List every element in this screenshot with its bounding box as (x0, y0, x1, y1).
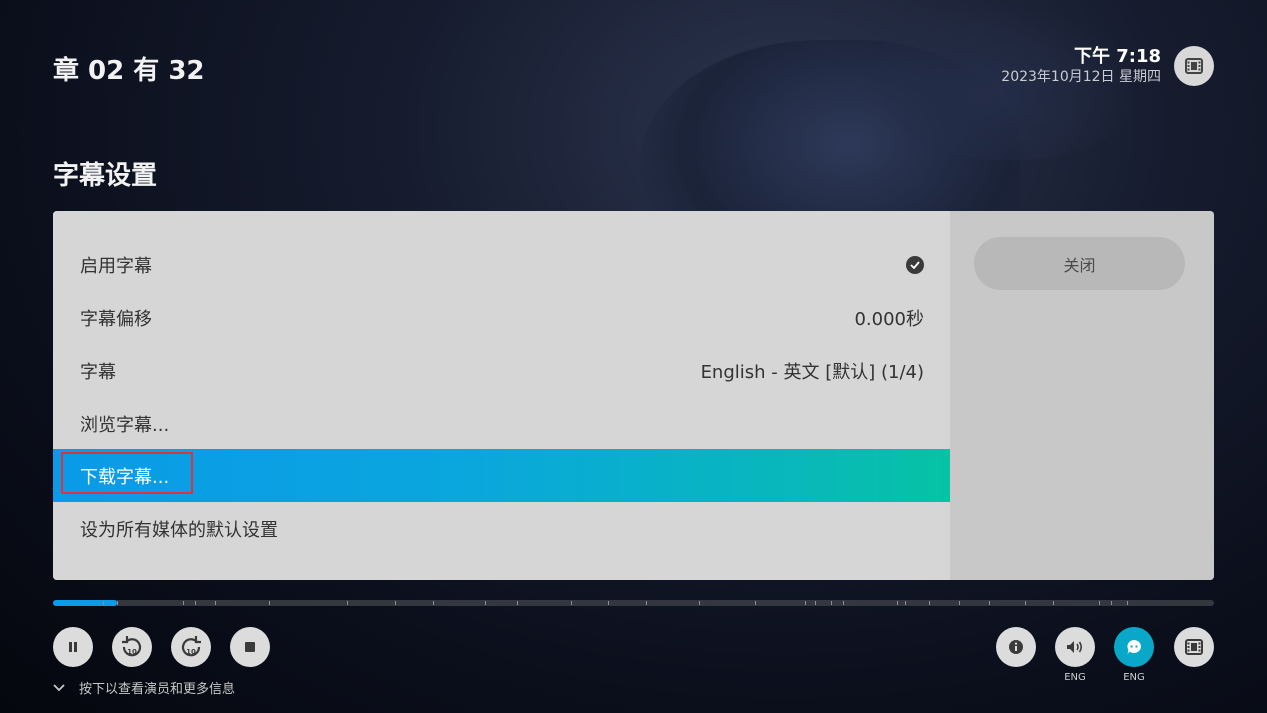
pause-icon (69, 642, 77, 652)
audio-language-label: ENG (1064, 672, 1086, 683)
more-info-hint-text: 按下以查看演员和更多信息 (79, 682, 236, 697)
close-button[interactable]: 关闭 (974, 237, 1185, 290)
stop-button[interactable] (230, 627, 270, 667)
menu-item-label: 字幕偏移 (80, 308, 152, 330)
menu-item-label: 字幕 (80, 361, 116, 383)
pause-button[interactable] (53, 627, 93, 667)
volume-icon (1067, 641, 1083, 653)
clock-time: 下午 7:18 (1073, 46, 1161, 67)
menu-item-enable-subtitles[interactable]: 启用字幕 (53, 238, 950, 291)
menu-item-download-subtitles[interactable]: 下载字幕... (53, 449, 950, 502)
chapter-marker (646, 601, 647, 605)
chapter-marker (195, 601, 196, 605)
chapter-marker (831, 601, 832, 605)
forward-10-icon (181, 636, 201, 657)
chapter-marker (699, 601, 700, 605)
info-button[interactable] (996, 627, 1036, 667)
subtitles-button[interactable] (1114, 627, 1154, 667)
stop-icon (245, 642, 255, 652)
menu-item-label: 设为所有媒体的默认设置 (80, 519, 278, 541)
forward-seconds: 10 (186, 648, 196, 656)
media-menu-button[interactable] (1174, 46, 1214, 86)
section-title: 字幕设置 (53, 161, 158, 191)
chapter-marker (117, 601, 118, 605)
chapter-marker (183, 601, 184, 605)
chapter-marker (1111, 601, 1112, 605)
chapter-marker (1025, 601, 1026, 605)
forward-button[interactable]: 10 (171, 627, 211, 667)
media-info-button[interactable] (1174, 627, 1214, 667)
film-icon (1185, 58, 1203, 74)
rewind-button[interactable]: 10 (112, 627, 152, 667)
chapter-marker (215, 601, 216, 605)
menu-item-value: 0.000秒 (854, 308, 924, 330)
subtitle-settings-panel: 启用字幕 字幕偏移 0.000秒 字幕 English - 英文 [默认] (1… (53, 211, 1214, 580)
chapter-marker (269, 601, 270, 605)
menu-item-set-default[interactable]: 设为所有媒体的默认设置 (53, 502, 950, 555)
settings-list: 启用字幕 字幕偏移 0.000秒 字幕 English - 英文 [默认] (1… (53, 211, 950, 580)
check-icon (906, 255, 924, 274)
rewind-seconds: 10 (127, 648, 137, 656)
chat-subtitle-icon (1127, 640, 1141, 654)
menu-item-browse-subtitles[interactable]: 浏览字幕... (53, 397, 950, 450)
menu-item-subtitle-track[interactable]: 字幕 English - 英文 [默认] (1/4) (53, 344, 950, 397)
chapter-marker (347, 601, 348, 605)
more-info-hint: 按下以查看演员和更多信息 (53, 678, 235, 697)
clock: 下午 7:18 2023年10月12日 星期四 (1001, 46, 1161, 86)
chapter-marker (815, 601, 816, 605)
menu-item-value: English - 英文 [默认] (1/4) (700, 361, 924, 383)
chapter-marker (897, 601, 898, 605)
chapter-marker (103, 601, 104, 605)
chapter-title: 章 02 有 32 (53, 56, 205, 86)
chapter-marker (755, 601, 756, 605)
chapter-marker (608, 601, 609, 605)
chapter-marker (517, 601, 518, 605)
info-icon (1009, 640, 1023, 654)
chapter-marker (395, 601, 396, 605)
settings-side-panel: 关闭 (950, 211, 1214, 580)
chapter-marker (989, 601, 990, 605)
chapter-marker (1127, 601, 1128, 605)
menu-item-label: 启用字幕 (80, 255, 152, 277)
audio-button[interactable] (1055, 627, 1095, 667)
menu-item-label: 下载字幕... (80, 466, 170, 488)
menu-item-subtitle-offset[interactable]: 字幕偏移 0.000秒 (53, 291, 950, 344)
film-icon (1185, 639, 1203, 655)
replay-10-icon (122, 636, 142, 657)
chapter-marker (905, 601, 906, 605)
progress-fill (53, 600, 117, 606)
chapter-marker (929, 601, 930, 605)
chapter-marker (843, 601, 844, 605)
progress-bar[interactable] (53, 600, 1214, 606)
menu-item-label: 浏览字幕... (80, 414, 170, 436)
chapter-marker (959, 601, 960, 605)
chevron-down-icon (53, 683, 65, 691)
chapter-marker (1053, 601, 1054, 605)
chapter-marker (805, 601, 806, 605)
chapter-marker (571, 601, 572, 605)
chapter-marker (433, 601, 434, 605)
subtitle-language-label: ENG (1123, 672, 1145, 683)
chapter-marker (1099, 601, 1100, 605)
chapter-marker (485, 601, 486, 605)
clock-date: 2023年10月12日 星期四 (1001, 69, 1161, 85)
